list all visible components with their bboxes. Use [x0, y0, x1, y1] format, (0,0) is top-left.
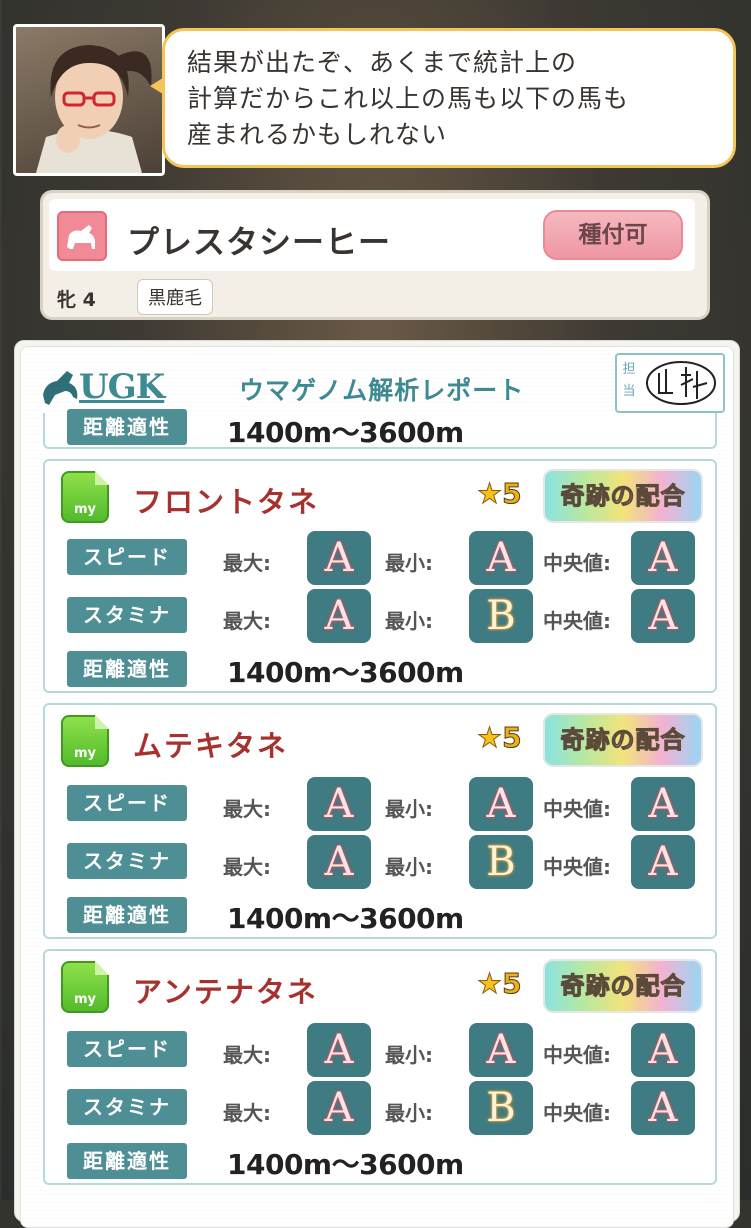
horse-sex-age: 牝 4: [57, 289, 96, 311]
min-label: 最小:: [385, 609, 433, 633]
signature-icon: [646, 361, 716, 405]
stamina-median-grade: A: [631, 589, 695, 643]
median-label: 中央値:: [543, 855, 611, 879]
max-label: 最大:: [223, 855, 271, 879]
seed-section[interactable]: my フロントタネ ★5 奇跡の配合 スピード 最大: A 最小: A 中央値:…: [43, 459, 717, 693]
distance-label: 距離適性: [67, 1143, 187, 1179]
max-label: 最大:: [223, 1101, 271, 1125]
stamina-min-grade: B: [469, 835, 533, 889]
stamina-median-grade: A: [631, 835, 695, 889]
speed-median-grade: A: [631, 1023, 695, 1077]
speed-label: スピード: [67, 785, 187, 821]
speed-min-grade: A: [469, 531, 533, 585]
distance-value: 1400m〜3600m: [227, 416, 464, 449]
max-label: 最大:: [223, 609, 271, 633]
distance-label: 距離適性: [67, 897, 187, 933]
my-file-icon: my: [61, 961, 109, 1013]
horse-coat-badge: 黒鹿毛: [137, 279, 213, 315]
stamina-max-grade: A: [307, 1081, 371, 1135]
my-file-icon: my: [61, 715, 109, 767]
stamina-min-grade: B: [469, 1081, 533, 1135]
seed-name: アンテナタネ: [133, 975, 318, 1009]
distance-value: 1400m〜3600m: [227, 656, 464, 689]
seed-name: ムテキタネ: [133, 729, 289, 763]
min-label: 最小:: [385, 1043, 433, 1067]
speed-max-grade: A: [307, 777, 371, 831]
star-icon: ★: [476, 721, 503, 755]
genome-report[interactable]: UGK ウマゲノム解析レポート 担当 距離適性 1400m〜3600m my フ…: [20, 346, 734, 1228]
min-label: 最小:: [385, 855, 433, 879]
stamina-label: スタミナ: [67, 1089, 187, 1125]
staff-stamp: 担当: [615, 353, 725, 413]
star-rating: ★5: [476, 477, 522, 511]
speed-max-grade: A: [307, 531, 371, 585]
my-file-icon: my: [61, 471, 109, 523]
seed-section-partial: 距離適性 1400m〜3600m: [43, 409, 717, 449]
median-label: 中央値:: [543, 551, 611, 575]
star-rating: ★5: [476, 967, 522, 1001]
stamina-label: スタミナ: [67, 843, 187, 879]
dialog-text: 結果が出たぞ、あくまで統計上の 計算だからこれ以上の馬も以下の馬も 産まれるかも…: [187, 45, 717, 153]
median-label: 中央値:: [543, 609, 611, 633]
rank-badge: 奇跡の配合: [543, 713, 703, 767]
stamina-median-grade: A: [631, 1081, 695, 1135]
max-label: 最大:: [223, 551, 271, 575]
speed-min-grade: A: [469, 777, 533, 831]
stamina-max-grade: A: [307, 835, 371, 889]
star-rating: ★5: [476, 721, 522, 755]
speech-bubble[interactable]: 結果が出たぞ、あくまで統計上の 計算だからこれ以上の馬も以下の馬も 産まれるかも…: [162, 28, 736, 168]
speed-label: スピード: [67, 539, 187, 575]
distance-value: 1400m〜3600m: [227, 1148, 464, 1181]
horse-card: プレスタシーヒー 種付可 牝 4 黒鹿毛: [40, 190, 710, 320]
max-label: 最大:: [223, 1043, 271, 1067]
stamina-max-grade: A: [307, 589, 371, 643]
stamina-min-grade: B: [469, 589, 533, 643]
min-label: 最小:: [385, 1101, 433, 1125]
min-label: 最小:: [385, 551, 433, 575]
median-label: 中央値:: [543, 1043, 611, 1067]
horse-header: プレスタシーヒー 種付可: [49, 199, 695, 271]
star-icon: ★: [476, 967, 503, 1001]
distance-label: 距離適性: [67, 409, 187, 445]
character-portrait-art: [36, 45, 152, 173]
star-icon: ★: [476, 477, 503, 511]
character-portrait: [13, 24, 165, 176]
distance-value: 1400m〜3600m: [227, 902, 464, 935]
median-label: 中央値:: [543, 1101, 611, 1125]
rank-badge: 奇跡の配合: [543, 959, 703, 1013]
rank-badge: 奇跡の配合: [543, 469, 703, 523]
dialog-line: 計算だからこれ以上の馬も以下の馬も: [187, 84, 630, 113]
stamp-label: 担当: [622, 362, 636, 399]
speed-min-grade: A: [469, 1023, 533, 1077]
speed-max-grade: A: [307, 1023, 371, 1077]
speed-label: スピード: [67, 1031, 187, 1067]
max-label: 最大:: [223, 797, 271, 821]
horse-icon: [57, 211, 107, 261]
speed-median-grade: A: [631, 531, 695, 585]
report-title: ウマゲノム解析レポート: [239, 376, 525, 405]
horse-name: プレスタシーヒー: [127, 223, 392, 261]
median-label: 中央値:: [543, 797, 611, 821]
dialog-line: 産まれるかもしれない: [187, 120, 448, 149]
seed-section[interactable]: my アンテナタネ ★5 奇跡の配合 スピード 最大: A 最小: A 中央値:…: [43, 949, 717, 1185]
seed-section[interactable]: my ムテキタネ ★5 奇跡の配合 スピード 最大: A 最小: A 中央値: …: [43, 703, 717, 939]
seed-name: フロントタネ: [133, 485, 320, 519]
min-label: 最小:: [385, 797, 433, 821]
speed-median-grade: A: [631, 777, 695, 831]
distance-label: 距離適性: [67, 651, 187, 687]
horse-logo-icon: [43, 371, 78, 405]
breed-available-button[interactable]: 種付可: [543, 210, 683, 260]
dialog-line: 結果が出たぞ、あくまで統計上の: [187, 48, 578, 77]
stamina-label: スタミナ: [67, 597, 187, 633]
ugk-logo-text: UGK: [79, 367, 165, 407]
